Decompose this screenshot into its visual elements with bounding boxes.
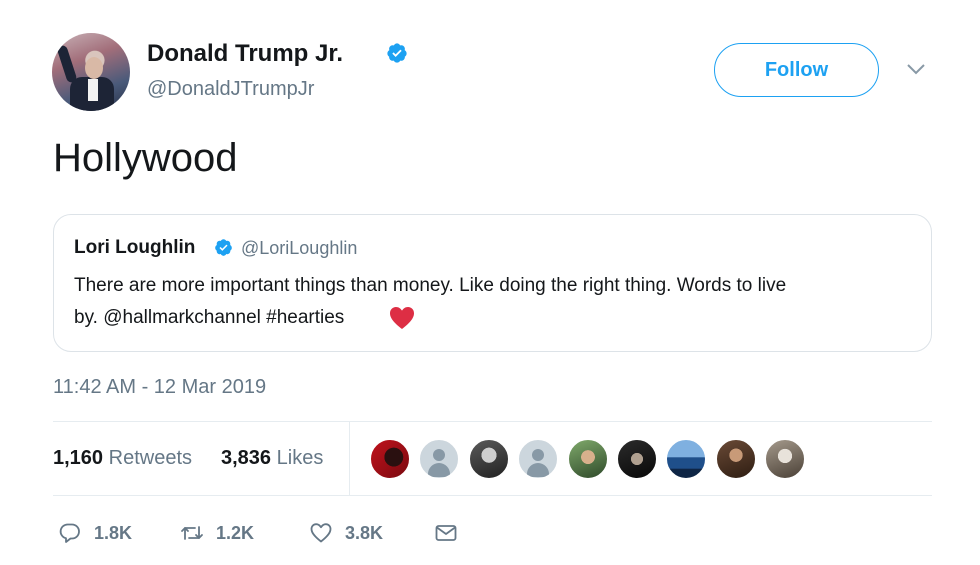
liker-avatars bbox=[369, 438, 814, 480]
liker-avatar[interactable] bbox=[517, 438, 560, 480]
retweet-button[interactable]: 1.2K bbox=[180, 520, 254, 546]
tweet-timestamp[interactable]: 11:42 AM - 12 Mar 2019 bbox=[53, 376, 266, 399]
liker-avatar[interactable] bbox=[566, 438, 609, 480]
quoted-author-name: Lori Loughlin bbox=[74, 237, 196, 258]
liker-avatar[interactable] bbox=[369, 438, 411, 480]
liker-avatar[interactable] bbox=[467, 438, 510, 480]
author-display-name[interactable]: Donald Trump Jr. bbox=[147, 40, 343, 68]
divider bbox=[53, 421, 932, 422]
heart-icon bbox=[310, 523, 332, 543]
direct-message-button[interactable] bbox=[434, 520, 470, 546]
likes-label: Likes bbox=[276, 447, 324, 469]
liker-avatar[interactable] bbox=[714, 438, 757, 480]
reply-count: 1.8K bbox=[94, 522, 133, 543]
tweet-text: Hollywood bbox=[53, 136, 238, 180]
retweets-count: 1,160 bbox=[53, 447, 104, 469]
chevron-down-icon[interactable] bbox=[905, 62, 927, 76]
divider bbox=[53, 495, 932, 496]
likes-count: 3,836 bbox=[221, 447, 272, 469]
liker-avatar[interactable] bbox=[615, 438, 658, 480]
likes-stat[interactable]: 3,836 Likes bbox=[221, 447, 323, 470]
reply-button[interactable]: 1.8K bbox=[58, 520, 132, 546]
reply-icon bbox=[59, 523, 80, 543]
retweets-label: Retweets bbox=[108, 447, 192, 469]
author-handle[interactable]: @DonaldJTrumpJr bbox=[147, 78, 314, 101]
retweet-icon bbox=[181, 526, 203, 540]
liker-avatar[interactable] bbox=[665, 438, 708, 480]
quoted-text-line-2: by. @hallmarkchannel #hearties bbox=[74, 307, 345, 328]
retweets-stat[interactable]: 1,160 Retweets bbox=[53, 447, 192, 470]
like-button[interactable]: 3.8K bbox=[309, 520, 383, 546]
quoted-author-handle: @LoriLoughlin bbox=[241, 238, 358, 258]
like-count: 3.8K bbox=[345, 522, 384, 543]
stats-divider bbox=[349, 421, 350, 495]
verified-badge-icon bbox=[387, 43, 407, 63]
red-heart-emoji-icon bbox=[390, 307, 414, 329]
liker-avatar[interactable] bbox=[418, 438, 461, 480]
retweet-count: 1.2K bbox=[216, 522, 255, 543]
envelope-icon bbox=[435, 525, 457, 541]
verified-badge-icon bbox=[215, 239, 232, 256]
liker-avatar[interactable] bbox=[764, 438, 807, 480]
follow-button[interactable]: Follow bbox=[714, 43, 879, 97]
author-avatar[interactable] bbox=[52, 33, 130, 111]
quoted-text-line-1: There are more important things than mon… bbox=[74, 275, 787, 296]
